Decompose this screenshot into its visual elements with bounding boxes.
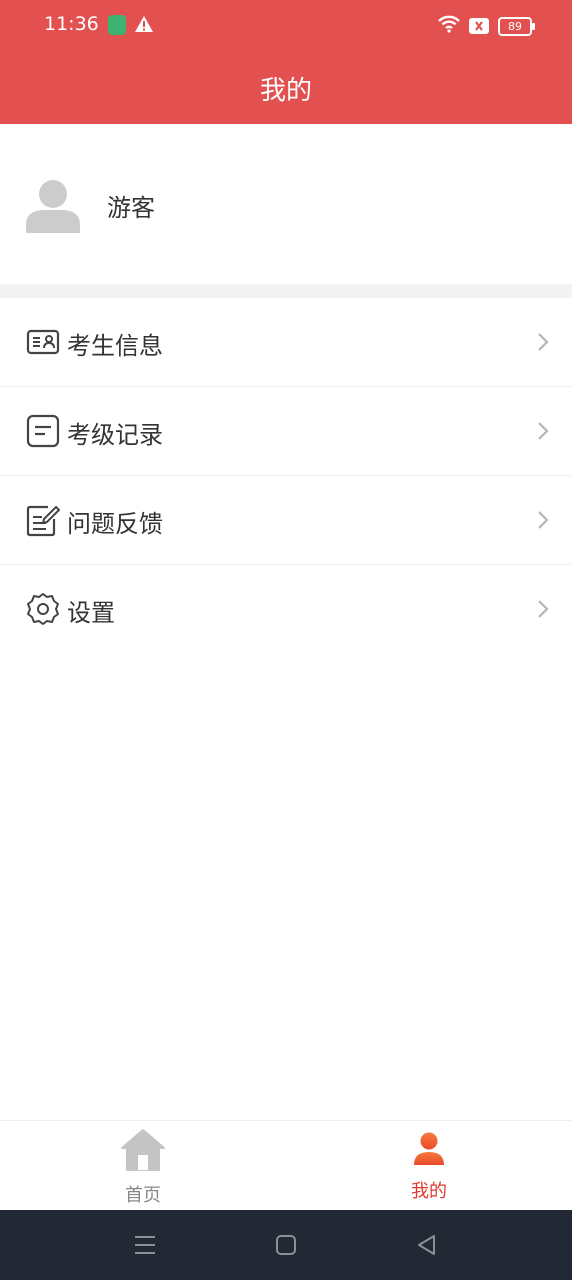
- menu-item-label: 问题反馈: [67, 510, 163, 538]
- chevron-right-icon: [536, 421, 550, 441]
- user-avatar-icon[interactable]: [26, 179, 80, 233]
- menu-item-exam-records[interactable]: 考级记录: [0, 387, 572, 476]
- page-title: 我的: [259, 76, 312, 106]
- status-right-group: 89: [437, 14, 535, 38]
- back-triangle-icon[interactable]: [414, 1232, 440, 1258]
- section-divider: [0, 284, 572, 298]
- id-card-icon: [26, 325, 60, 359]
- bottom-tab-bar: 首页 我的: [0, 1120, 572, 1211]
- record-list-icon: [26, 414, 60, 448]
- status-time: 11:36: [44, 13, 99, 35]
- menu-lines-icon[interactable]: [132, 1232, 158, 1258]
- no-sim-icon: [469, 18, 489, 34]
- tab-home[interactable]: 首页: [0, 1121, 286, 1211]
- gear-icon: [26, 592, 60, 626]
- menu-item-feedback[interactable]: 问题反馈: [0, 476, 572, 565]
- battery-level: 89: [508, 19, 522, 33]
- feedback-edit-icon: [26, 503, 61, 537]
- system-nav-bar: [0, 1210, 572, 1280]
- home-square-icon[interactable]: [273, 1232, 299, 1258]
- menu-item-settings[interactable]: 设置: [0, 565, 572, 653]
- menu-item-label: 设置: [67, 599, 115, 627]
- menu-item-candidate-info[interactable]: 考生信息: [0, 298, 572, 387]
- menu-item-label: 考级记录: [67, 421, 163, 449]
- header: 11:36 89 我的: [0, 0, 572, 124]
- warning-icon: [134, 14, 154, 38]
- status-bar: 11:36 89: [0, 0, 572, 52]
- screen: 11:36 89 我的 游客 考生信息 考级记录 问题反馈 设置 首页 我的: [0, 0, 572, 1280]
- home-icon: [119, 1127, 167, 1173]
- person-icon: [412, 1131, 446, 1167]
- tab-label: 我的: [411, 1181, 447, 1202]
- menu-item-label: 考生信息: [67, 332, 163, 360]
- menu-list: 考生信息 考级记录 问题反馈 设置: [0, 298, 572, 653]
- chevron-right-icon: [536, 599, 550, 619]
- profile-name[interactable]: 游客: [107, 188, 155, 223]
- app-notification-icon: [108, 15, 126, 35]
- chevron-right-icon: [536, 332, 550, 352]
- battery-icon: 89: [498, 16, 535, 36]
- profile-section[interactable]: 游客: [0, 124, 572, 284]
- chevron-right-icon: [536, 510, 550, 530]
- tab-mine[interactable]: 我的: [286, 1121, 572, 1211]
- tab-label: 首页: [125, 1185, 161, 1206]
- wifi-icon: [437, 14, 461, 38]
